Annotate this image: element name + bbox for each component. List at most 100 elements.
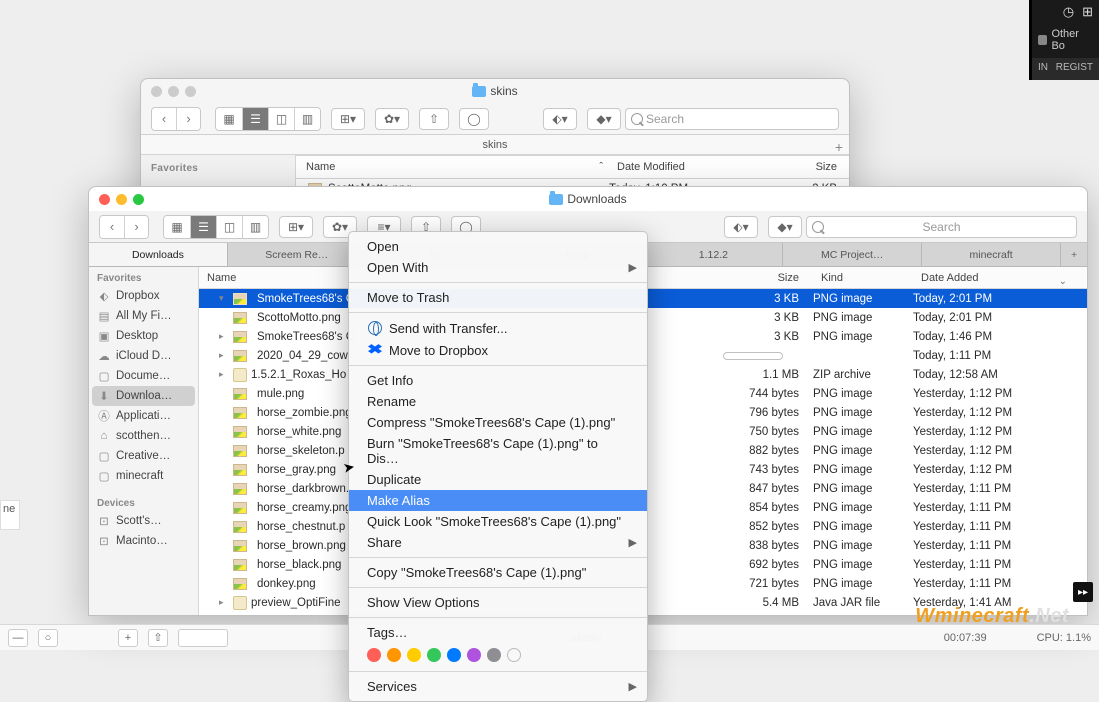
sidebar-item-minecraft[interactable]: ▢minecraft — [89, 466, 198, 486]
disclosure-triangle-icon[interactable]: ▸ — [219, 597, 229, 608]
column-kind[interactable]: Kind — [813, 272, 913, 284]
menu-label: Show View Options — [367, 595, 480, 610]
status-button[interactable]: — — [8, 629, 28, 647]
tag-color-dot[interactable] — [367, 648, 381, 662]
menu-item-open[interactable]: Open — [349, 236, 647, 257]
menu-item-rename[interactable]: Rename — [349, 391, 647, 412]
column-date[interactable]: Date Modified — [609, 161, 779, 173]
menu-item-share[interactable]: Share▶ — [349, 532, 647, 553]
back-button[interactable]: ‹ — [100, 216, 124, 238]
sidebar-label: Dropbox — [116, 290, 159, 302]
file-name: mule.png — [257, 388, 304, 400]
column-size[interactable]: Size — [779, 161, 849, 173]
tag-color-dot[interactable] — [407, 648, 421, 662]
sidebar-item-creative[interactable]: ▢Creative… — [89, 446, 198, 466]
dropbox-button[interactable]: ⬖▾ — [724, 216, 758, 238]
column-size[interactable]: Size — [723, 272, 813, 284]
disclosure-triangle-icon[interactable]: ▾ — [219, 293, 229, 304]
action-button[interactable]: ✿▾ — [375, 108, 409, 130]
icon-view-button[interactable]: ▦ — [216, 108, 242, 130]
background-button[interactable]: ▸▸ — [1073, 582, 1093, 602]
back-button[interactable]: ‹ — [152, 108, 176, 130]
sidebar-item-applicati[interactable]: ⒶApplicati… — [89, 406, 198, 426]
file-date: Yesterday, 1:11 PM — [913, 559, 1073, 571]
icon-view-button[interactable]: ▦ — [164, 216, 190, 238]
search-input[interactable]: Search — [625, 108, 839, 130]
tag-add-button[interactable] — [507, 648, 521, 662]
menu-item-copysmoketreesscapep[interactable]: Copy "SmokeTrees68's Cape (1).png" — [349, 562, 647, 583]
sidebar-item-icloudd[interactable]: ☁iCloud D… — [89, 346, 198, 366]
disclosure-triangle-icon[interactable]: ▸ — [219, 331, 229, 342]
menu-item-sendwithtransfer[interactable]: Send with Transfer... — [349, 317, 647, 339]
new-tab-button[interactable]: + — [835, 137, 843, 157]
grid-icon: ⊞ — [1082, 4, 1093, 20]
tab-1122[interactable]: 1.12.2 — [644, 243, 783, 266]
tag-color-dot[interactable] — [487, 648, 501, 662]
menu-item-duplicate[interactable]: Duplicate — [349, 469, 647, 490]
new-tab-button[interactable]: + — [1061, 243, 1087, 266]
status-button[interactable] — [178, 629, 228, 647]
sidebar-item-docume[interactable]: ▢Docume… — [89, 366, 198, 386]
file-size: 3 KB — [723, 293, 813, 305]
context-menu[interactable]: OpenOpen With▶ Move to Trash Send with Tra… — [348, 231, 648, 702]
arrange-button[interactable]: ⊞▾ — [331, 108, 365, 130]
forward-button[interactable]: › — [176, 108, 200, 130]
menu-item-burnsmoketreesscapep[interactable]: Burn "SmokeTrees68's Cape (1).png" to Di… — [349, 433, 647, 469]
menu-item-openwith[interactable]: Open With▶ — [349, 257, 647, 278]
tab-downloads[interactable]: Downloads — [89, 243, 228, 266]
sidebar-item-scotthen[interactable]: ⌂scotthen… — [89, 426, 198, 446]
sidebar-item-dropbox[interactable]: ⬖Dropbox — [89, 286, 198, 306]
menu-item-tags[interactable]: Tags… — [349, 622, 647, 643]
column-view-button[interactable]: ◫ — [268, 108, 294, 130]
menu-item-movetodropbox[interactable]: Move to Dropbox — [349, 339, 647, 361]
menu-item-makealias[interactable]: Make Alias — [349, 490, 647, 511]
titlebar[interactable]: skins — [141, 79, 849, 103]
menu-item-services[interactable]: Services▶ — [349, 676, 647, 697]
status-button[interactable]: + — [118, 629, 138, 647]
file-name: horse_brown.png — [257, 540, 346, 552]
sidebar-item-downloa[interactable]: ⬇Downloa… — [92, 386, 195, 406]
column-name[interactable]: Name — [306, 161, 335, 173]
tab-minecraft[interactable]: minecraft — [922, 243, 1061, 266]
folder-icon — [472, 86, 486, 97]
menu-item-quicklooksmoketreess[interactable]: Quick Look "SmokeTrees68's Cape (1).png" — [349, 511, 647, 532]
sidebar-item-scotts[interactable]: ⊡Scott's… — [89, 511, 198, 531]
column-view-button[interactable]: ◫ — [216, 216, 242, 238]
gallery-view-button[interactable]: ▥ — [294, 108, 320, 130]
sync-button[interactable]: ◆▾ — [587, 108, 621, 130]
sidebar-item-allmyfi[interactable]: ▤All My Fi… — [89, 306, 198, 326]
search-input[interactable]: Search — [806, 216, 1077, 238]
file-date: Yesterday, 1:12 PM — [913, 445, 1073, 457]
tags-button[interactable]: ◯ — [459, 108, 489, 130]
column-date[interactable]: Date Added⌄ — [913, 272, 1073, 284]
share-button[interactable]: ⇧ — [419, 108, 449, 130]
dropbox-button[interactable]: ⬖▾ — [543, 108, 577, 130]
sidebar-item-macinto[interactable]: ⊡Macinto… — [89, 531, 198, 551]
disclosure-triangle-icon[interactable]: ▸ — [219, 369, 229, 380]
sidebar-item-desktop[interactable]: ▣Desktop — [89, 326, 198, 346]
tag-color-dot[interactable] — [447, 648, 461, 662]
menu-item-showviewoptions[interactable]: Show View Options — [349, 592, 647, 613]
sort-indicator: ˆ — [599, 161, 603, 173]
titlebar[interactable]: Downloads — [89, 187, 1087, 211]
menu-item-compresssmoketreessc[interactable]: Compress "SmokeTrees68's Cape (1).png" — [349, 412, 647, 433]
status-button[interactable]: ⇧ — [148, 629, 168, 647]
list-view-button[interactable]: ☰ — [242, 108, 268, 130]
menu-item-movetotrash[interactable]: Move to Trash — [349, 287, 647, 308]
file-kind: PNG image — [813, 483, 913, 495]
tab-mcproject[interactable]: MC Project… — [783, 243, 922, 266]
status-button[interactable]: ○ — [38, 629, 58, 647]
arrange-button[interactable]: ⊞▾ — [279, 216, 313, 238]
disclosure-triangle-icon[interactable]: ▸ — [219, 350, 229, 361]
tab-screemre[interactable]: Screem Re… — [228, 243, 367, 266]
list-view-button[interactable]: ☰ — [190, 216, 216, 238]
tag-color-dot[interactable] — [427, 648, 441, 662]
tag-color-dot[interactable] — [467, 648, 481, 662]
menu-item-getinfo[interactable]: Get Info — [349, 370, 647, 391]
file-size — [723, 352, 813, 360]
file-size: 5.4 MB — [723, 597, 813, 609]
forward-button[interactable]: › — [124, 216, 148, 238]
sync-button[interactable]: ◆▾ — [768, 216, 802, 238]
tag-color-dot[interactable] — [387, 648, 401, 662]
gallery-view-button[interactable]: ▥ — [242, 216, 268, 238]
